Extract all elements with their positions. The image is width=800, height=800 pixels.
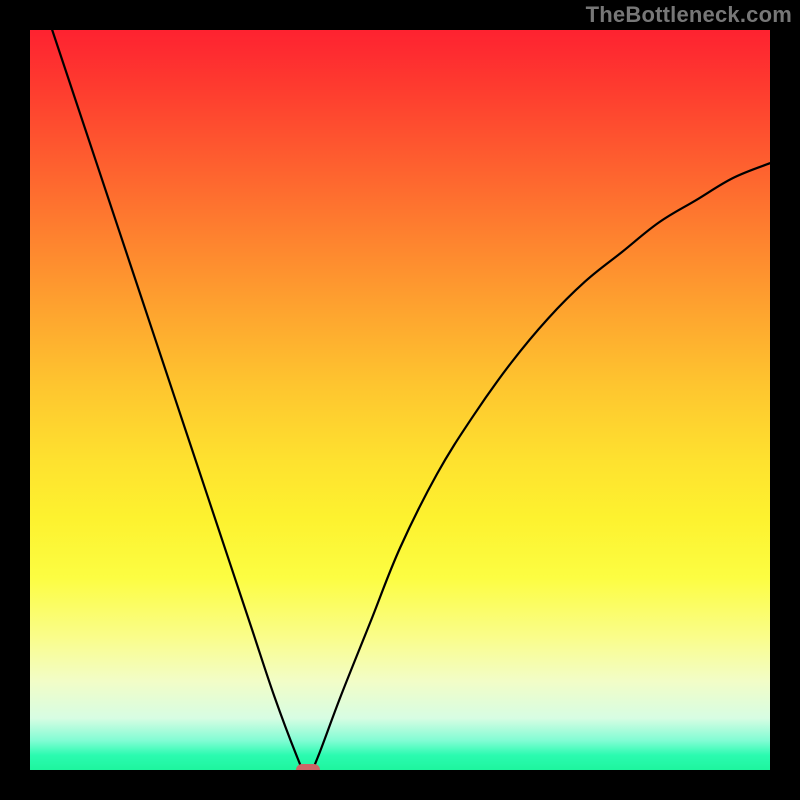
bottleneck-curve [30,30,770,770]
chart-frame: TheBottleneck.com [0,0,800,800]
plot-area [30,30,770,770]
attribution-label: TheBottleneck.com [586,2,792,28]
optimal-marker [296,764,320,770]
